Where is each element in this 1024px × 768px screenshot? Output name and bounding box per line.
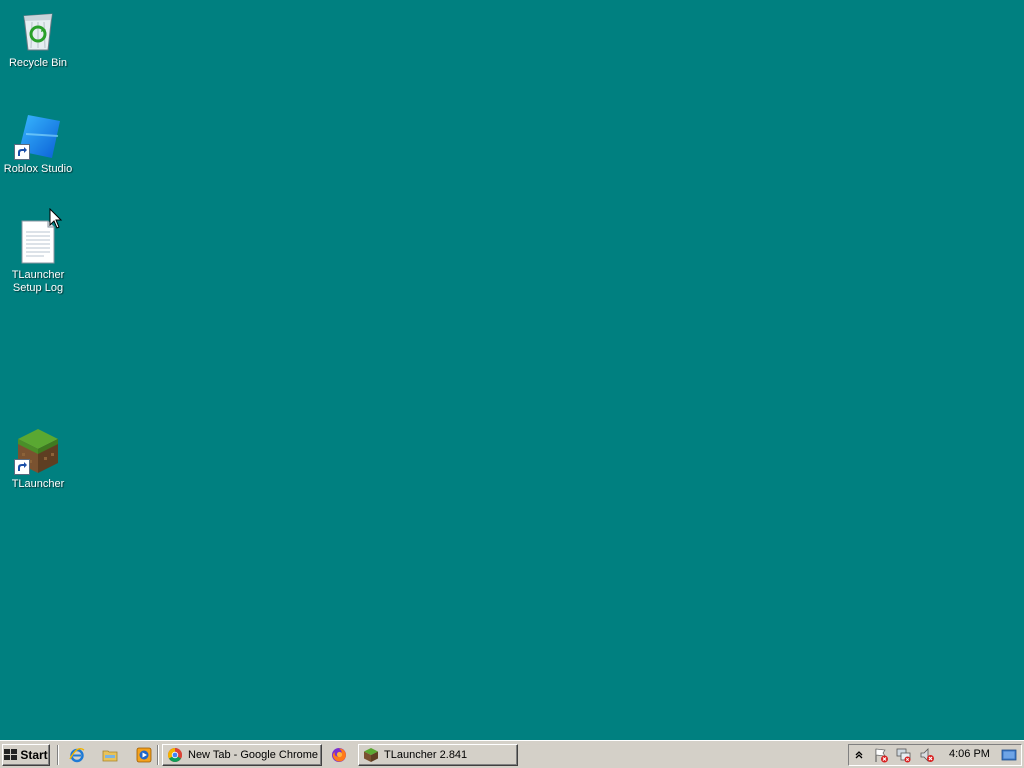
taskbar-button-chrome[interactable]: New Tab - Google Chrome bbox=[162, 744, 322, 766]
shortcut-arrow-icon bbox=[14, 459, 30, 475]
desktop-icon-recycle-bin[interactable]: Recycle Bin bbox=[0, 6, 76, 70]
start-button[interactable]: Start bbox=[2, 744, 50, 766]
folder-icon[interactable] bbox=[102, 747, 118, 763]
taskbar-divider bbox=[157, 745, 159, 765]
desktop-icon-tlauncher-setup-log[interactable]: TLauncher Setup Log bbox=[0, 218, 76, 295]
taskbar-divider bbox=[57, 745, 59, 765]
task-label: TLauncher 2.841 bbox=[384, 749, 468, 761]
taskbar: Start New Tab - Google Chrome TLauncher … bbox=[0, 740, 1024, 768]
desktop-icon-label: TLauncher Setup Log bbox=[11, 269, 65, 294]
task-label: New Tab - Google Chrome bbox=[188, 749, 319, 761]
windows-logo-icon bbox=[4, 749, 18, 761]
clock[interactable]: 4:06 PM bbox=[949, 748, 990, 760]
roblox-studio-icon bbox=[14, 112, 62, 160]
desktop-icon-label: Recycle Bin bbox=[8, 57, 68, 69]
firefox-icon[interactable] bbox=[331, 747, 347, 763]
recycle-bin-icon bbox=[14, 6, 62, 54]
shortcut-arrow-icon bbox=[14, 144, 30, 160]
start-label: Start bbox=[20, 748, 48, 762]
internet-explorer-icon[interactable] bbox=[69, 747, 85, 763]
media-player-icon[interactable] bbox=[136, 747, 152, 763]
show-desktop-icon[interactable] bbox=[1001, 747, 1017, 763]
chrome-icon bbox=[167, 747, 183, 763]
desktop-icon-roblox-studio[interactable]: Roblox Studio bbox=[0, 112, 76, 176]
minecraft-grass-block-icon bbox=[14, 427, 62, 475]
desktop[interactable]: Recycle Bin Roblox Studio TLauncher Setu… bbox=[0, 0, 1024, 740]
mouse-cursor-icon bbox=[49, 207, 63, 230]
network-disconnected-icon[interactable] bbox=[896, 747, 912, 763]
show-hidden-icons-chevron[interactable] bbox=[851, 747, 867, 763]
desktop-icon-label: TLauncher bbox=[11, 478, 65, 490]
desktop-icon-label: Roblox Studio bbox=[3, 163, 73, 175]
volume-muted-icon[interactable] bbox=[919, 747, 935, 763]
desktop-icon-tlauncher[interactable]: TLauncher bbox=[0, 427, 76, 491]
action-center-flag-icon[interactable] bbox=[873, 747, 889, 763]
taskbar-button-tlauncher[interactable]: TLauncher 2.841 bbox=[358, 744, 518, 766]
system-tray: 4:06 PM bbox=[848, 744, 1022, 766]
minecraft-grass-block-icon bbox=[363, 747, 379, 763]
